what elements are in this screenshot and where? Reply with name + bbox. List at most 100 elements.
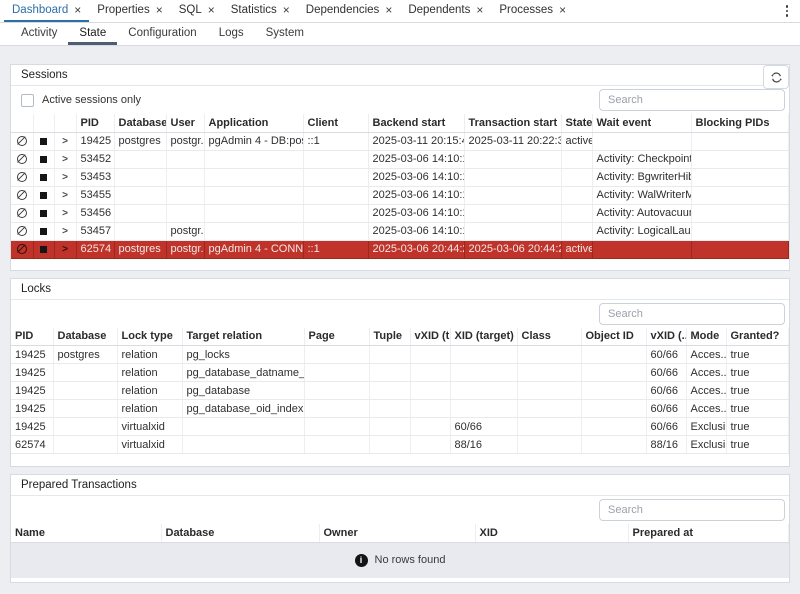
expand-row-icon[interactable]: >: [62, 172, 68, 183]
table-row[interactable]: >534532025-03-06 14:10:11 ...Activity: B…: [11, 168, 789, 186]
tab-dependents[interactable]: Dependents ×: [400, 0, 491, 22]
col-pid[interactable]: PID: [76, 114, 114, 132]
cancel-query-icon[interactable]: [17, 244, 27, 254]
terminate-session-icon[interactable]: [40, 210, 47, 217]
col-object-id[interactable]: Object ID: [581, 328, 646, 346]
cell-stop[interactable]: [33, 240, 54, 258]
table-row[interactable]: 19425relationpg_database_datname_ind...6…: [11, 364, 789, 382]
col-prepared-at[interactable]: Prepared at: [628, 524, 789, 542]
col-database[interactable]: Database: [53, 328, 117, 346]
col-vxid-owner[interactable]: vXID (...: [646, 328, 686, 346]
expand-row-icon[interactable]: >: [62, 226, 68, 237]
sessions-search-input[interactable]: [599, 89, 785, 111]
table-row[interactable]: >19425postgrespostgr...pgAdmin 4 - DB:po…: [11, 132, 789, 150]
cancel-query-icon[interactable]: [17, 190, 27, 200]
table-row[interactable]: 62574virtualxid88/1688/16Exclusi...true: [11, 436, 789, 454]
close-tab-icon[interactable]: ×: [385, 4, 392, 16]
cancel-query-icon[interactable]: [17, 154, 27, 164]
table-row[interactable]: >62574postgrespostgr...pgAdmin 4 - CONN:…: [11, 240, 789, 258]
tab-statistics[interactable]: Statistics ×: [223, 0, 298, 22]
table-row[interactable]: 19425relationpg_database60/66Acces...tru…: [11, 382, 789, 400]
tab-processes[interactable]: Processes ×: [491, 0, 574, 22]
subtab-system[interactable]: System: [255, 23, 315, 45]
cell-stop[interactable]: [33, 186, 54, 204]
cell-stop[interactable]: [33, 222, 54, 240]
cell-cancel[interactable]: [11, 204, 33, 222]
tab-dashboard[interactable]: Dashboard ×: [4, 0, 89, 22]
col-vxid-target[interactable]: vXID (t...: [410, 328, 450, 346]
expand-row-icon[interactable]: >: [62, 190, 68, 201]
expand-row-icon[interactable]: >: [62, 154, 68, 165]
tab-dependencies[interactable]: Dependencies ×: [298, 0, 401, 22]
col-class[interactable]: Class: [517, 328, 581, 346]
cell-cancel[interactable]: [11, 168, 33, 186]
expand-row-icon[interactable]: >: [62, 136, 68, 147]
table-row[interactable]: 19425postgresrelationpg_locks60/66Acces.…: [11, 346, 789, 364]
col-mode[interactable]: Mode: [686, 328, 726, 346]
locks-search-input[interactable]: [599, 303, 785, 325]
close-tab-icon[interactable]: ×: [208, 4, 215, 16]
col-granted[interactable]: Granted?: [726, 328, 789, 346]
table-row[interactable]: 19425relationpg_database_oid_index60/66A…: [11, 400, 789, 418]
col-page[interactable]: Page: [304, 328, 369, 346]
terminate-session-icon[interactable]: [40, 138, 47, 145]
subtab-state[interactable]: State: [68, 23, 117, 45]
subtab-activity[interactable]: Activity: [10, 23, 68, 45]
table-row[interactable]: 19425virtualxid60/6660/66Exclusi...true: [11, 418, 789, 436]
table-row[interactable]: >53457postgr...2025-03-06 14:10:11 ...Ac…: [11, 222, 789, 240]
col-xid-target[interactable]: XID (target): [450, 328, 517, 346]
cancel-query-icon[interactable]: [17, 172, 27, 182]
close-tab-icon[interactable]: ×: [283, 4, 290, 16]
cell-expand[interactable]: >: [54, 186, 76, 204]
col-database[interactable]: Database: [161, 524, 319, 542]
cancel-query-icon[interactable]: [17, 226, 27, 236]
cell-cancel[interactable]: [11, 150, 33, 168]
tab-properties[interactable]: Properties ×: [89, 0, 170, 22]
cancel-query-icon[interactable]: [17, 136, 27, 146]
cell-expand[interactable]: >: [54, 132, 76, 150]
table-row[interactable]: >534552025-03-06 14:10:11 ...Activity: W…: [11, 186, 789, 204]
prepared-search-input[interactable]: [599, 499, 785, 521]
col-user[interactable]: User: [166, 114, 204, 132]
terminate-session-icon[interactable]: [40, 174, 47, 181]
col-transaction-start[interactable]: Transaction start: [464, 114, 561, 132]
col-tuple[interactable]: Tuple: [369, 328, 410, 346]
close-tab-icon[interactable]: ×: [476, 4, 483, 16]
refresh-button[interactable]: [763, 65, 789, 89]
col-name[interactable]: Name: [11, 524, 161, 542]
subtab-logs[interactable]: Logs: [208, 23, 255, 45]
cell-cancel[interactable]: [11, 132, 33, 150]
col-state[interactable]: State: [561, 114, 592, 132]
col-database[interactable]: Database: [114, 114, 166, 132]
table-row[interactable]: >534522025-03-06 14:10:11 ...Activity: C…: [11, 150, 789, 168]
col-backend-start[interactable]: Backend start: [368, 114, 464, 132]
cell-expand[interactable]: >: [54, 204, 76, 222]
close-tab-icon[interactable]: ×: [74, 4, 81, 16]
terminate-session-icon[interactable]: [40, 192, 47, 199]
cancel-query-icon[interactable]: [17, 208, 27, 218]
cell-cancel[interactable]: [11, 186, 33, 204]
kebab-menu-icon[interactable]: [782, 0, 793, 22]
terminate-session-icon[interactable]: [40, 246, 47, 253]
cell-stop[interactable]: [33, 204, 54, 222]
close-tab-icon[interactable]: ×: [156, 4, 163, 16]
table-row[interactable]: >534562025-03-06 14:10:11 ...Activity: A…: [11, 204, 789, 222]
expand-row-icon[interactable]: >: [62, 244, 68, 255]
tab-sql[interactable]: SQL ×: [171, 0, 223, 22]
cell-expand[interactable]: >: [54, 240, 76, 258]
active-sessions-checkbox[interactable]: [21, 94, 34, 107]
col-target-relation[interactable]: Target relation: [182, 328, 304, 346]
col-blocking-pids[interactable]: Blocking PIDs: [691, 114, 789, 132]
cell-cancel[interactable]: [11, 240, 33, 258]
close-tab-icon[interactable]: ×: [559, 4, 566, 16]
col-wait-event[interactable]: Wait event: [592, 114, 691, 132]
col-client[interactable]: Client: [303, 114, 368, 132]
cell-expand[interactable]: >: [54, 168, 76, 186]
col-pid[interactable]: PID: [11, 328, 53, 346]
cell-stop[interactable]: [33, 150, 54, 168]
cell-expand[interactable]: >: [54, 150, 76, 168]
cell-expand[interactable]: >: [54, 222, 76, 240]
col-lock-type[interactable]: Lock type: [117, 328, 182, 346]
cell-stop[interactable]: [33, 132, 54, 150]
col-owner[interactable]: Owner: [319, 524, 475, 542]
